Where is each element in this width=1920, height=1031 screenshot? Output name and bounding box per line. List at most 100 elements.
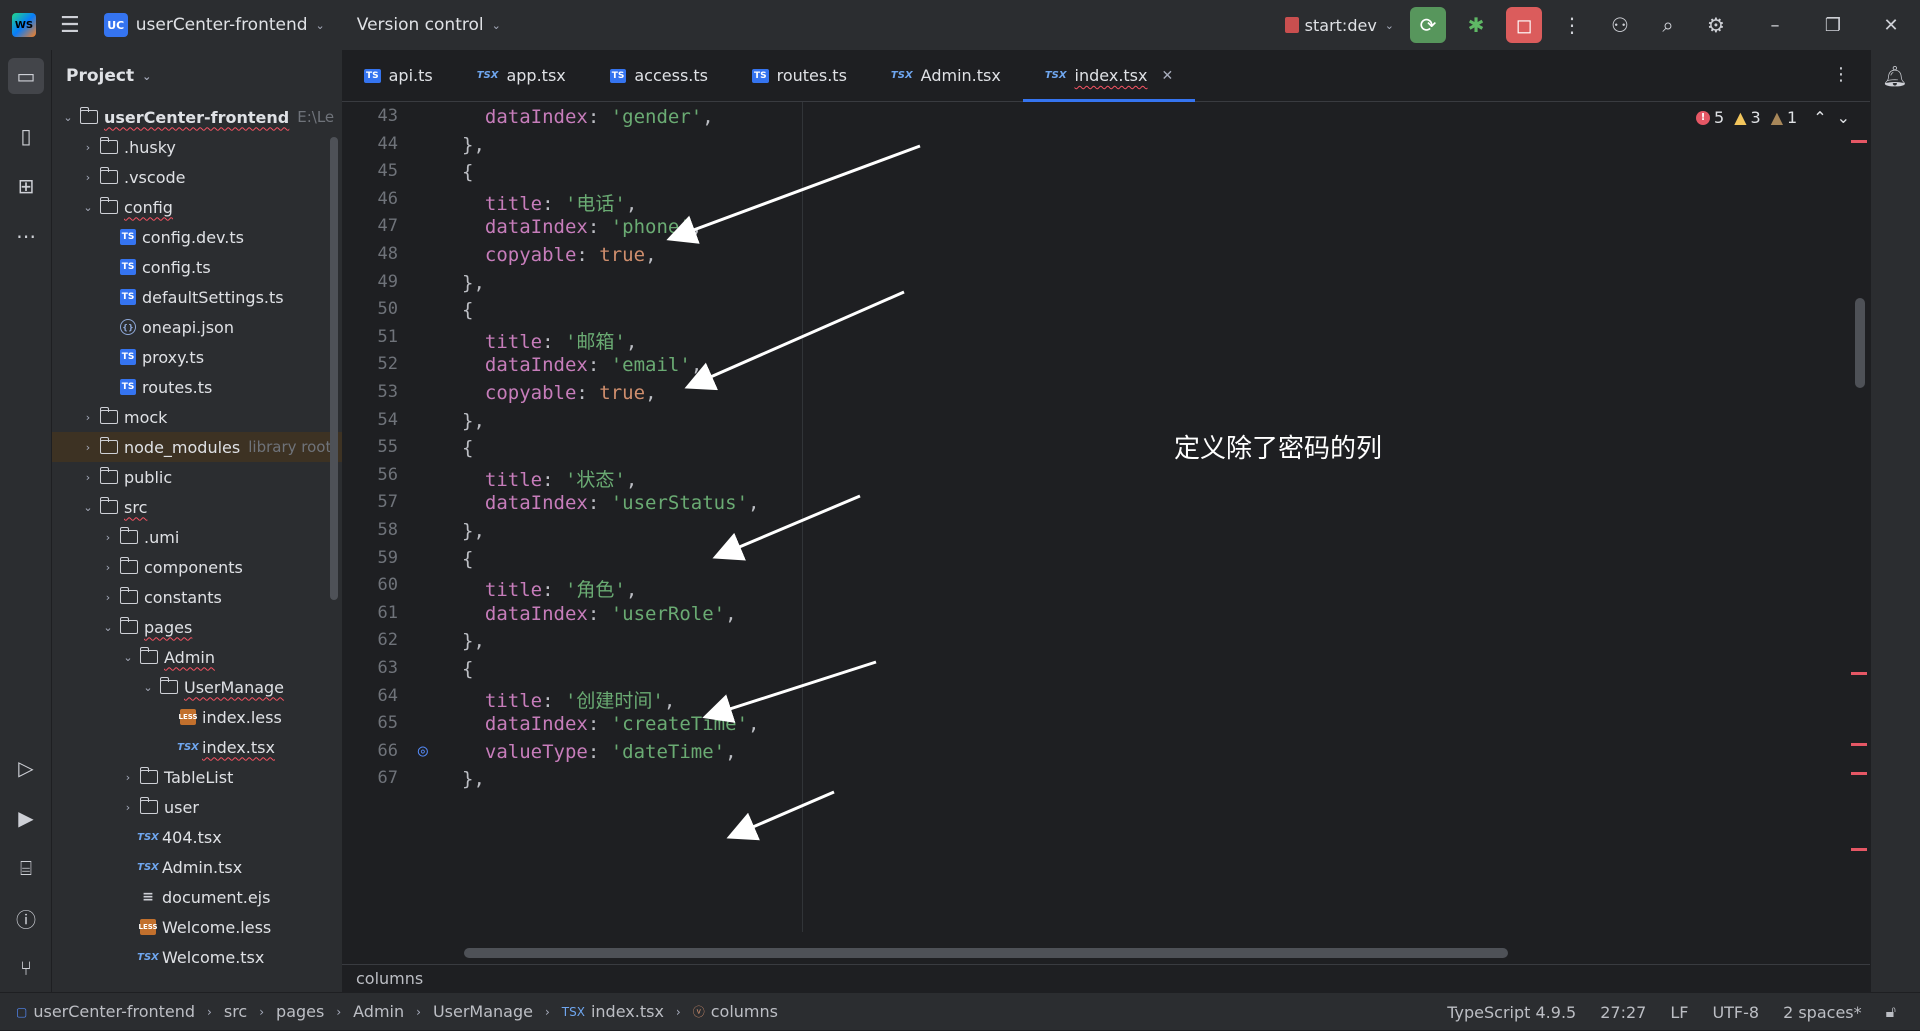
main-menu-icon[interactable]: ☰ [60,13,80,38]
tree-item[interactable]: ≡ document.ejs [52,882,342,912]
run-config-selector[interactable]: start:dev ⌄ [1284,16,1394,35]
editor-tab[interactable]: TSX app.tsx [455,50,588,102]
code-structure-breadcrumb[interactable]: columns [342,964,1870,992]
chevron-right-icon[interactable]: › [100,531,116,544]
problems-tool-icon[interactable]: ⓘ [8,900,44,936]
tree-item[interactable]: TSX Admin.tsx [52,852,342,882]
chevron-right-icon[interactable]: › [100,591,116,604]
chevron-right-icon[interactable]: › [80,141,96,154]
tree-item[interactable]: ⌄ Admin [52,642,342,672]
tree-item[interactable]: ⌄ UserManage [52,672,342,702]
notifications-bell-icon[interactable]: 🔔︎ [1877,58,1913,94]
chevron-right-icon[interactable]: › [100,561,116,574]
tree-item[interactable]: TS config.ts [52,252,342,282]
readonly-lock-icon[interactable]: 🔓︎ [1886,1002,1896,1022]
inspection-widget[interactable]: ! 5 ▲ 3 ▲ 1 ⌃ ⌄ [1686,108,1850,127]
tree-item[interactable]: LESS Welcome.less [52,912,342,942]
tree-item[interactable]: ⌄ pages [52,612,342,642]
caret-position[interactable]: 27:27 [1600,1003,1646,1022]
tree-item[interactable]: TSX Welcome.tsx [52,942,342,972]
chevron-right-icon[interactable]: › [80,441,96,454]
chevron-right-icon[interactable]: › [80,171,96,184]
tree-item[interactable]: TS defaultSettings.ts [52,282,342,312]
restore-icon[interactable]: ❐ [1804,15,1862,36]
prev-problem-icon[interactable]: ⌃ [1813,108,1826,127]
tree-item[interactable]: TS config.dev.ts [52,222,342,252]
webstorm-logo-icon[interactable]: WS [12,13,36,37]
next-problem-icon[interactable]: ⌄ [1837,108,1850,127]
tree-item[interactable]: {} oneapi.json [52,312,342,342]
error-stripe-mark[interactable] [1851,848,1867,851]
project-panel-header[interactable]: Project ⌄ [52,50,342,102]
tree-item[interactable]: LESS index.less [52,702,342,732]
tree-item[interactable]: › constants [52,582,342,612]
stop-button[interactable]: ◻ [1506,7,1542,43]
language-version[interactable]: TypeScript 4.9.5 [1447,1003,1576,1022]
more-tools-icon[interactable]: ⋯ [8,218,44,254]
search-icon[interactable]: ⌕ [1650,7,1686,43]
chevron-down-icon[interactable]: ⌄ [60,111,76,124]
chevron-down-icon[interactable]: ⌄ [80,501,96,514]
tree-item[interactable]: › components [52,552,342,582]
git-tool-icon[interactable]: ⑂ [8,950,44,986]
tree-item[interactable]: TSX index.tsx [52,732,342,762]
breadcrumb-item[interactable]: index.tsx [591,1002,664,1021]
tree-item[interactable]: › node_modules library root [52,432,342,462]
chevron-right-icon[interactable]: › [120,801,136,814]
tree-item[interactable]: ⌄ src [52,492,342,522]
tree-item[interactable]: ⌄ config [52,192,342,222]
minimize-icon[interactable]: – [1746,15,1804,36]
more-actions-icon[interactable]: ⋮ [1554,7,1590,43]
editor-tab[interactable]: TSX Admin.tsx [869,50,1023,102]
editor-vertical-scrollbar[interactable] [1855,298,1865,388]
version-control-menu[interactable]: Version control [357,15,484,35]
project-badge[interactable]: UC [103,13,128,37]
chevron-down-icon[interactable]: ⌄ [80,201,96,214]
editor-tab[interactable]: TSX index.tsx ✕ [1022,50,1196,102]
tree-item[interactable]: › mock [52,402,342,432]
tree-item[interactable]: TS routes.ts [52,372,342,402]
breadcrumb-item[interactable]: columns [711,1002,778,1021]
indent-setting[interactable]: 2 spaces* [1783,1003,1862,1022]
error-stripe-mark[interactable] [1851,743,1867,746]
tree-item[interactable]: › .vscode [52,162,342,192]
file-encoding[interactable]: UTF-8 [1712,1003,1759,1022]
close-window-icon[interactable]: ✕ [1862,15,1920,36]
editor-tab[interactable]: TS routes.ts [730,50,869,102]
close-tab-icon[interactable]: ✕ [1161,68,1173,84]
chevron-down-icon[interactable]: ⌄ [142,70,151,83]
error-stripe-mark[interactable] [1851,140,1867,143]
tree-item[interactable]: › .husky [52,132,342,162]
chevron-down-icon[interactable]: ⌄ [140,681,156,694]
tree-item[interactable]: › .umi [52,522,342,552]
breadcrumb-item[interactable]: userCenter-frontend [33,1002,195,1021]
tree-item[interactable]: TSX 404.tsx [52,822,342,852]
editor-tab[interactable]: TS api.ts [342,50,455,102]
debug-icon[interactable]: ✱ [1458,7,1494,43]
tab-options-icon[interactable]: ⋮ [1832,64,1850,85]
breadcrumb-item[interactable]: Admin [353,1002,404,1021]
error-stripe-mark[interactable] [1851,772,1867,775]
tree-item[interactable]: TS proxy.ts [52,342,342,372]
breadcrumb-item[interactable]: UserManage [433,1002,533,1021]
chevron-down-icon[interactable]: ⌄ [120,651,136,664]
chevron-right-icon[interactable]: › [80,471,96,484]
project-tool-icon[interactable]: ▭ [8,58,44,94]
terminal-tool-icon[interactable]: ⌸ [8,850,44,886]
services-tool-icon[interactable]: ▷ [8,750,44,786]
tree-item[interactable]: › TableList [52,762,342,792]
editor-horizontal-scrollbar[interactable] [464,948,1508,958]
code-editor[interactable]: dataIndex: 'gender',}, { title: '电话', dat… [462,102,1842,932]
run-tool-icon[interactable]: ▶ [8,800,44,836]
breadcrumb-item[interactable]: pages [276,1002,324,1021]
structure-tool-icon[interactable]: ⊞ [8,168,44,204]
rerun-button[interactable]: ⟳ [1410,7,1446,43]
editor-tab[interactable]: TS access.ts [588,50,730,102]
bookmarks-tool-icon[interactable]: ▯ [8,118,44,154]
settings-gear-icon[interactable]: ⚙ [1698,7,1734,43]
tree-item[interactable]: › public [52,462,342,492]
breadcrumb-item[interactable]: src [224,1002,247,1021]
chevron-down-icon[interactable]: ⌄ [492,19,501,32]
project-switcher[interactable]: userCenter-frontend [136,15,308,35]
error-stripe-mark[interactable] [1851,672,1867,675]
